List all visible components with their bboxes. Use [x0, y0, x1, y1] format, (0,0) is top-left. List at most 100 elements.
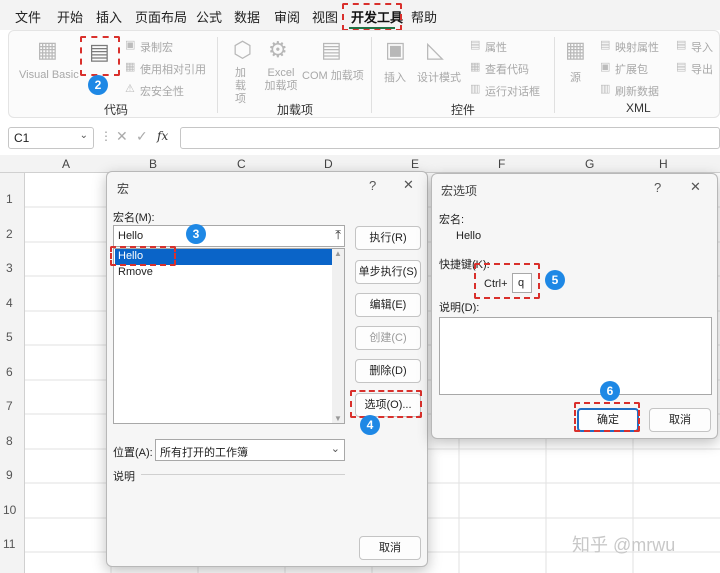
view-code-button[interactable]: 查看代码	[485, 61, 529, 77]
scroll-down-icon[interactable]: ▼	[334, 414, 342, 423]
export-button[interactable]: 导出	[691, 61, 713, 77]
ribbon-separator	[371, 37, 372, 113]
row-header[interactable]: 10	[3, 503, 16, 517]
name-box-value: C1	[14, 131, 30, 145]
macro-security-button[interactable]: 宏安全性	[140, 83, 184, 99]
scrollbar[interactable]: ▲ ▼	[332, 249, 344, 423]
group-title-addins: 加载项	[277, 103, 314, 117]
menu-page-layout[interactable]: 页面布局	[135, 7, 187, 26]
menu-data[interactable]: 数据	[234, 7, 260, 26]
design-mode-button[interactable]: 设计模式	[417, 69, 461, 85]
description-label: 说明	[113, 471, 135, 483]
menu-review[interactable]: 审阅	[274, 7, 300, 26]
excel-addins-button[interactable]: Excel 加载项	[263, 67, 299, 93]
col-header[interactable]: D	[324, 157, 333, 171]
menu-insert[interactable]: 插入	[96, 7, 122, 26]
row-header[interactable]: 6	[6, 365, 13, 379]
import-button[interactable]: 导入	[691, 39, 713, 55]
record-macro-button[interactable]: 录制宏	[140, 39, 173, 55]
col-header[interactable]: A	[62, 157, 70, 171]
cancel-icon[interactable]: ✕	[116, 128, 128, 145]
chevron-down-icon[interactable]: ⌄	[331, 442, 340, 455]
divider	[141, 474, 345, 475]
map-props-button[interactable]: 映射属性	[615, 39, 659, 55]
col-header[interactable]: F	[498, 157, 505, 171]
menu-view[interactable]: 视图	[312, 7, 338, 26]
expansion-pack-button[interactable]: 扩展包	[615, 61, 648, 77]
delete-button[interactable]: 删除(D)	[355, 359, 421, 383]
close-icon[interactable]: ✕	[403, 177, 414, 193]
description-input[interactable]	[439, 317, 712, 395]
location-label: 位置(A):	[113, 447, 153, 459]
map-props-icon: ▤	[600, 39, 611, 51]
cancel-button[interactable]: 取消	[359, 536, 421, 560]
row-header[interactable]: 4	[6, 296, 13, 310]
refresh-data-button[interactable]: 刷新数据	[615, 83, 659, 99]
com-addins-button[interactable]: COM 加载项	[302, 67, 364, 83]
macro-name-input[interactable]: Hello ⤒	[113, 225, 345, 247]
menu-formulas[interactable]: 公式	[196, 7, 222, 26]
row-header[interactable]: 7	[6, 399, 13, 413]
properties-icon: ▤	[470, 39, 481, 51]
list-item[interactable]: Rmove	[115, 265, 333, 281]
row-header[interactable]: 1	[6, 192, 13, 206]
col-header[interactable]: B	[149, 157, 157, 171]
col-header[interactable]: H	[659, 157, 668, 171]
check-icon[interactable]: ✓	[136, 128, 148, 145]
annotation-box-macros	[80, 36, 120, 76]
col-header[interactable]: C	[237, 157, 246, 171]
relative-ref-button[interactable]: 使用相对引用	[140, 61, 206, 77]
cancel-button[interactable]: 取消	[649, 408, 711, 432]
help-icon[interactable]: ?	[369, 178, 376, 193]
location-select[interactable]: 所有打开的工作簿 ⌄	[155, 439, 345, 461]
edit-button[interactable]: 编辑(E)	[355, 293, 421, 317]
macro-name-value: Hello	[456, 230, 482, 242]
chevron-down-icon[interactable]: ⌄	[80, 130, 88, 141]
run-dialog-icon: ▥	[470, 83, 481, 95]
properties-button[interactable]: 属性	[485, 39, 507, 55]
annotation-box-ok	[574, 402, 640, 432]
formula-input[interactable]	[180, 127, 720, 149]
xml-source-button[interactable]: 源	[570, 69, 581, 85]
menu-help[interactable]: 帮助	[411, 7, 437, 26]
name-box[interactable]: C1 ⌄	[8, 127, 94, 149]
row-header[interactable]: 8	[6, 434, 13, 448]
col-header[interactable]: E	[411, 157, 419, 171]
row-header[interactable]: 11	[3, 537, 15, 551]
view-code-icon: ▦	[470, 61, 481, 73]
more-options-icon: ⋮	[100, 129, 112, 143]
export-icon: ▤	[676, 61, 687, 73]
macro-name-label: 宏名:	[439, 214, 465, 226]
visual-basic-button[interactable]: Visual Basic	[19, 69, 79, 81]
step-into-button[interactable]: 单步执行(S)	[355, 260, 421, 284]
design-mode-icon: ◺	[427, 37, 444, 62]
create-button[interactable]: 创建(C)	[355, 326, 421, 350]
row-header[interactable]: 2	[6, 227, 13, 241]
xml-source-icon: ▦	[565, 37, 586, 62]
annotation-box-options	[350, 390, 422, 418]
insert-control-button[interactable]: 插入	[384, 69, 406, 85]
annotation-box-shortcut	[474, 263, 540, 299]
run-dialog-button[interactable]: 运行对话框	[485, 83, 540, 99]
refresh-icon: ▥	[600, 83, 611, 95]
ribbon-separator	[554, 37, 555, 113]
scroll-up-icon[interactable]: ▲	[334, 249, 342, 258]
menu-home[interactable]: 开始	[57, 7, 83, 26]
row-header[interactable]: 3	[6, 261, 13, 275]
macro-list[interactable]: Hello Rmove ▲ ▼	[113, 248, 345, 424]
col-header[interactable]: G	[585, 157, 594, 171]
macro-name-label: 宏名(M):	[113, 212, 155, 224]
macro-options-dialog: 宏选项 ? ✕ 宏名: Hello 快捷键(K): Ctrl+ q 说明(D):…	[431, 173, 718, 439]
row-header[interactable]: 5	[6, 330, 13, 344]
description-label: 说明(D):	[439, 302, 480, 314]
menu-file[interactable]: 文件	[15, 7, 41, 26]
collapse-icon[interactable]: ⤒	[335, 227, 341, 243]
row-header[interactable]: 9	[6, 468, 13, 482]
addins-button[interactable]: 加载项	[235, 67, 249, 106]
fx-icon[interactable]: fx	[157, 129, 168, 143]
group-title-code: 代码	[104, 103, 129, 117]
help-icon[interactable]: ?	[654, 180, 661, 195]
run-button[interactable]: 执行(R)	[355, 226, 421, 250]
group-title-controls: 控件	[451, 103, 476, 117]
close-icon[interactable]: ✕	[690, 179, 701, 195]
